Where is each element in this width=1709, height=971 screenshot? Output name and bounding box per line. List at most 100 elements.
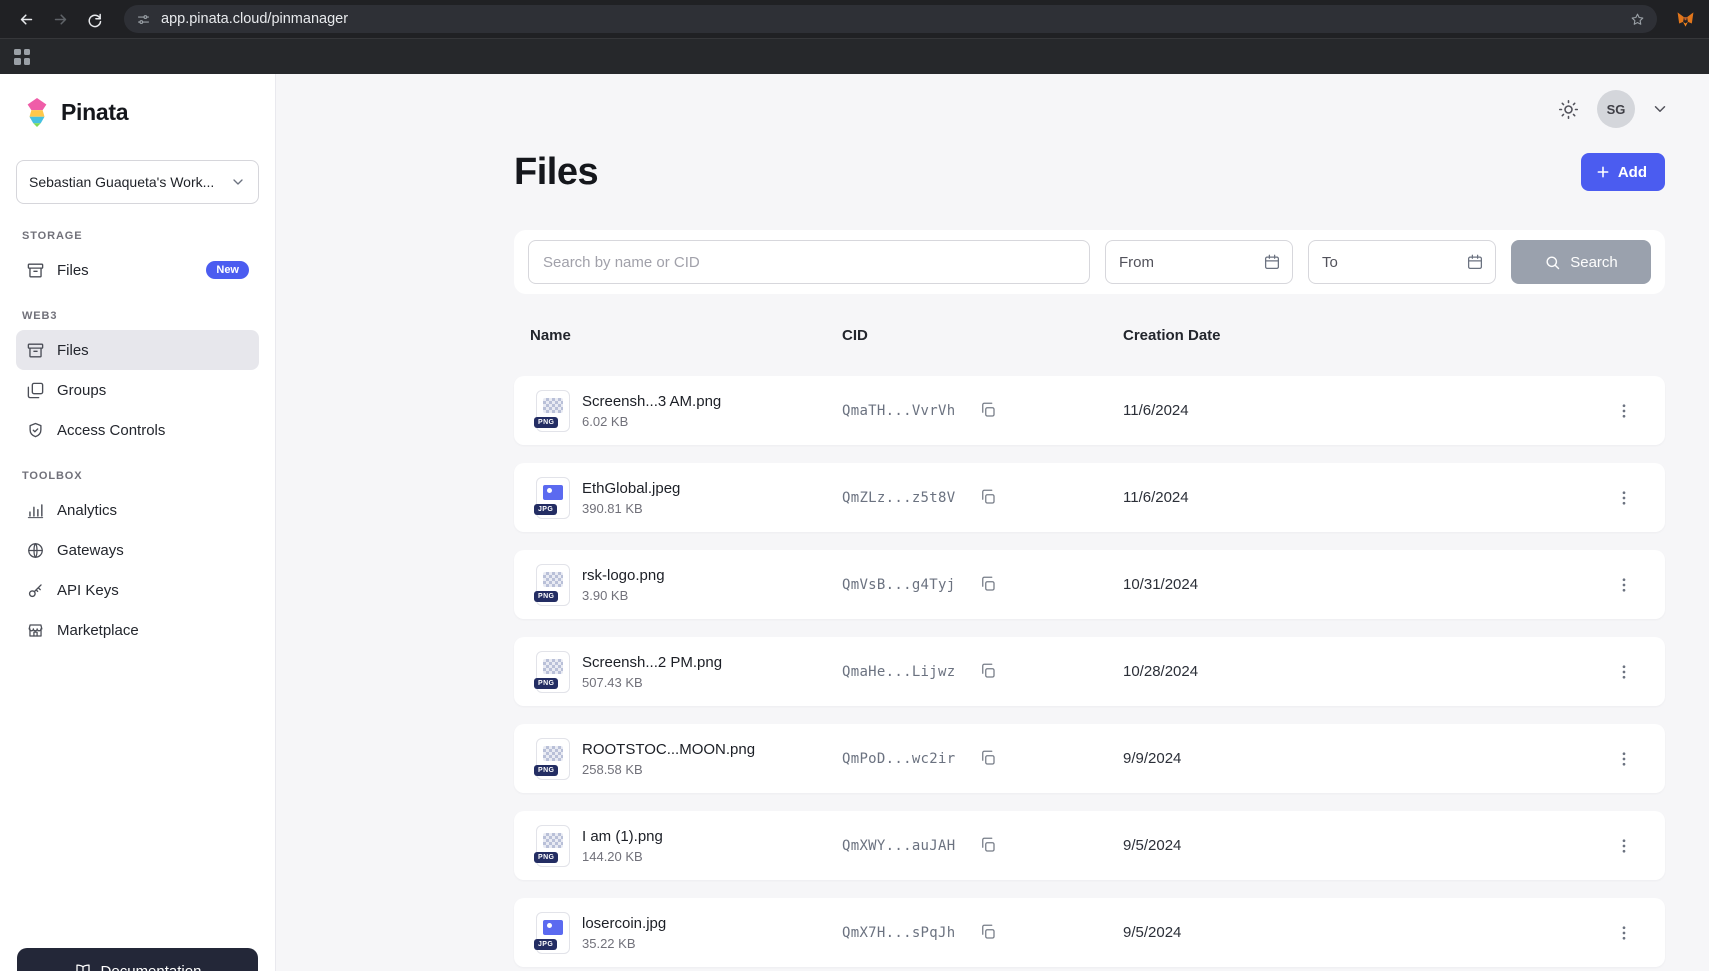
browser-toolbar: app.pinata.cloud/pinmanager — [0, 0, 1709, 38]
section-label-web3: WEB3 — [22, 310, 253, 322]
table-row[interactable]: PNG I am (1).png144.20 KB QmXWY...auJAH … — [514, 811, 1665, 880]
sidebar-item-label: Files — [57, 262, 89, 279]
file-name: Screensh...3 AM.png — [582, 393, 721, 410]
copy-cid-button[interactable] — [979, 575, 999, 595]
sidebar-item-api-keys[interactable]: API Keys — [16, 570, 259, 610]
sidebar-item-label: Access Controls — [57, 422, 165, 439]
bookmark-star-icon[interactable] — [1630, 12, 1645, 27]
column-header-cid: CID — [842, 327, 1123, 344]
sidebar-item-files-web3[interactable]: Files — [16, 330, 259, 370]
table-row[interactable]: JPG losercoin.jpg35.22 KB QmX7H...sPqJh … — [514, 898, 1665, 967]
copy-cid-button[interactable] — [979, 749, 999, 769]
section-label-toolbox: TOOLBOX — [22, 470, 253, 482]
search-panel: Search — [514, 230, 1665, 294]
bookmarks-bar — [0, 38, 1709, 74]
file-name: Screensh...2 PM.png — [582, 654, 722, 671]
forward-arrow-icon — [52, 11, 69, 28]
row-menu-button[interactable] — [1611, 572, 1637, 598]
table-row[interactable]: JPG EthGlobal.jpeg390.81 KB QmZLz...z5t8… — [514, 463, 1665, 532]
calendar-icon[interactable] — [1466, 253, 1484, 271]
workspace-name: Sebastian Guaqueta's Work... — [29, 174, 222, 190]
calendar-icon[interactable] — [1263, 253, 1281, 271]
apps-grid-icon[interactable] — [14, 49, 30, 65]
table-row[interactable]: PNG Screensh...2 PM.png507.43 KB QmaHe..… — [514, 637, 1665, 706]
row-menu-button[interactable] — [1611, 398, 1637, 424]
workspace-selector[interactable]: Sebastian Guaqueta's Work... — [16, 160, 259, 204]
forward-button[interactable] — [46, 5, 74, 33]
file-type-icon: PNG — [536, 738, 570, 780]
file-type-icon: JPG — [536, 477, 570, 519]
file-ext-badge: PNG — [534, 417, 558, 428]
sidebar-item-analytics[interactable]: Analytics — [16, 490, 259, 530]
copy-cid-button[interactable] — [979, 401, 999, 421]
pinata-logo[interactable]: Pinata — [16, 88, 259, 136]
row-menu-button[interactable] — [1611, 833, 1637, 859]
sidebar-item-label: Files — [57, 342, 89, 359]
file-cid: QmVsB...g4Tyj — [842, 577, 955, 593]
date-from-field[interactable] — [1105, 240, 1293, 284]
bar-chart-icon — [26, 501, 45, 520]
add-button[interactable]: Add — [1581, 153, 1665, 191]
extension-button[interactable] — [1673, 7, 1697, 31]
file-size: 144.20 KB — [582, 849, 663, 864]
column-header-creation-date: Creation Date — [1123, 327, 1611, 344]
date-from-input[interactable] — [1119, 254, 1255, 271]
creation-date: 9/9/2024 — [1123, 750, 1611, 767]
row-menu-button[interactable] — [1611, 920, 1637, 946]
file-cid: QmaTH...VvrVh — [842, 403, 955, 419]
sidebar-item-groups[interactable]: Groups — [16, 370, 259, 410]
search-input[interactable] — [528, 240, 1090, 284]
book-icon — [74, 962, 92, 971]
reload-button[interactable] — [80, 5, 108, 33]
file-name: I am (1).png — [582, 828, 663, 845]
row-menu-button[interactable] — [1611, 746, 1637, 772]
key-icon — [26, 581, 45, 600]
row-menu-button[interactable] — [1611, 485, 1637, 511]
column-header-name: Name — [530, 327, 842, 344]
row-menu-button[interactable] — [1611, 659, 1637, 685]
file-size: 390.81 KB — [582, 501, 680, 516]
copy-cid-button[interactable] — [979, 923, 999, 943]
file-cid: QmX7H...sPqJh — [842, 925, 955, 941]
date-to-input[interactable] — [1322, 254, 1458, 271]
sidebar-item-files-storage[interactable]: Files New — [16, 250, 259, 290]
archive-box-icon — [26, 341, 45, 360]
sidebar-item-access-controls[interactable]: Access Controls — [16, 410, 259, 450]
search-icon — [1544, 254, 1561, 271]
search-button[interactable]: Search — [1511, 240, 1651, 284]
file-type-icon: JPG — [536, 912, 570, 954]
add-button-label: Add — [1618, 164, 1647, 181]
file-ext-badge: PNG — [534, 765, 558, 776]
file-size: 3.90 KB — [582, 588, 665, 603]
file-name: rsk-logo.png — [582, 567, 665, 584]
globe-icon — [26, 541, 45, 560]
copy-cid-button[interactable] — [979, 662, 999, 682]
file-cid: QmXWY...auJAH — [842, 838, 955, 854]
metamask-fox-icon — [1676, 10, 1695, 29]
table-row[interactable]: PNG rsk-logo.png3.90 KB QmVsB...g4Tyj 10… — [514, 550, 1665, 619]
back-button[interactable] — [12, 5, 40, 33]
copy-cid-button[interactable] — [979, 488, 999, 508]
back-arrow-icon — [18, 11, 35, 28]
file-size: 258.58 KB — [582, 762, 755, 777]
table-row[interactable]: PNG Screensh...3 AM.png6.02 KB QmaTH...V… — [514, 376, 1665, 445]
file-type-icon: PNG — [536, 825, 570, 867]
site-settings-icon[interactable] — [136, 12, 151, 27]
creation-date: 9/5/2024 — [1123, 837, 1611, 854]
documentation-button[interactable]: Documentation — [17, 948, 258, 971]
chevron-down-icon — [230, 174, 246, 190]
file-name: EthGlobal.jpeg — [582, 480, 680, 497]
sidebar-item-gateways[interactable]: Gateways — [16, 530, 259, 570]
file-ext-badge: PNG — [534, 852, 558, 863]
copy-cid-button[interactable] — [979, 836, 999, 856]
sidebar-item-marketplace[interactable]: Marketplace — [16, 610, 259, 650]
address-bar[interactable]: app.pinata.cloud/pinmanager — [124, 5, 1657, 33]
page-title: Files — [514, 151, 598, 194]
file-type-icon: PNG — [536, 651, 570, 693]
date-to-field[interactable] — [1308, 240, 1496, 284]
creation-date: 11/6/2024 — [1123, 402, 1611, 419]
creation-date: 9/5/2024 — [1123, 924, 1611, 941]
documentation-label: Documentation — [101, 963, 202, 971]
url-text[interactable]: app.pinata.cloud/pinmanager — [161, 11, 1620, 27]
table-row[interactable]: PNG ROOTSTOC...MOON.png258.58 KB QmPoD..… — [514, 724, 1665, 793]
